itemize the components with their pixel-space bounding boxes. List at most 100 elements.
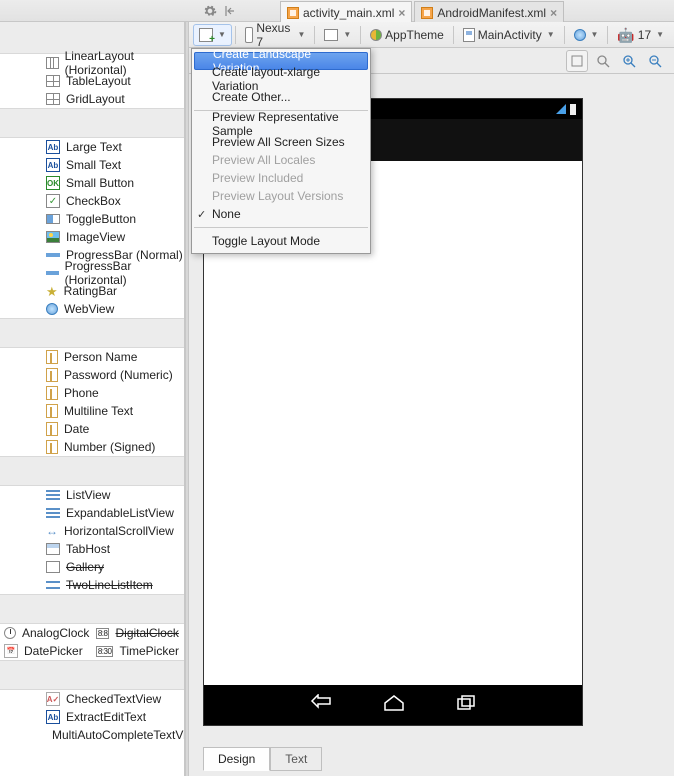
- palette-item-linearlayout-h[interactable]: LinearLayout (Horizontal): [0, 54, 184, 72]
- bottom-tab-design[interactable]: Design: [203, 747, 270, 771]
- theme-dropdown[interactable]: AppTheme: [364, 24, 450, 46]
- palette-item-twolinelist[interactable]: TwoLineListItem: [0, 576, 184, 594]
- zoom-out-button[interactable]: [644, 50, 666, 72]
- textfield-icon: [46, 368, 58, 382]
- menu-preview-versions: Preview Layout Versions: [192, 187, 370, 205]
- palette-item-listview[interactable]: ListView: [0, 486, 184, 504]
- zoom-in-button[interactable]: [618, 50, 640, 72]
- text-icon: Ab: [46, 140, 60, 154]
- text-icon: Ab: [46, 158, 60, 172]
- clock-icon: 8:30: [96, 646, 114, 657]
- tab-icon: [46, 543, 60, 555]
- textfield-icon: [46, 386, 58, 400]
- menu-preview-included: Preview Included: [192, 169, 370, 187]
- palette-item-small-text[interactable]: AbSmall Text: [0, 156, 184, 174]
- device-label: Nexus 7: [256, 21, 292, 49]
- menu-create-xlarge[interactable]: Create layout-xlarge Variation: [192, 70, 370, 88]
- palette-item-analogclock[interactable]: AnalogClock: [0, 624, 92, 642]
- menu-preview-sizes[interactable]: Preview All Screen Sizes: [192, 133, 370, 151]
- layout-icon: [46, 75, 60, 87]
- image-icon: [46, 231, 60, 243]
- list-icon: [46, 579, 60, 591]
- palette-item-digitalclock[interactable]: 8:8DigitalClock: [92, 624, 184, 642]
- device-dropdown[interactable]: Nexus 7 ▼: [239, 24, 312, 46]
- tab-android-manifest[interactable]: AndroidManifest.xml ×: [414, 1, 564, 23]
- list-icon: [46, 507, 60, 519]
- nav-recent-icon: [456, 694, 476, 717]
- palette-item-checkedtextview[interactable]: A✓CheckedTextView: [0, 690, 184, 708]
- api-dropdown[interactable]: 🤖 17▼: [611, 24, 670, 46]
- palette-item-tablelayout[interactable]: TableLayout: [0, 72, 184, 90]
- xml-file-icon: [287, 7, 299, 19]
- palette-item-small-button[interactable]: OKSmall Button: [0, 174, 184, 192]
- close-icon[interactable]: ×: [398, 6, 405, 20]
- palette-item-password-num[interactable]: Password (Numeric): [0, 366, 184, 384]
- text-icon: A✓: [46, 692, 60, 706]
- chevron-down-icon: ▼: [656, 30, 664, 39]
- palette-item-phone[interactable]: Phone: [0, 384, 184, 402]
- tab-activity-main[interactable]: activity_main.xml ×: [280, 1, 412, 23]
- palette-item-webview[interactable]: WebView: [0, 300, 184, 318]
- list-icon: [46, 489, 60, 501]
- tab-label: AndroidManifest.xml: [437, 6, 546, 20]
- chevron-down-icon: ▼: [343, 30, 351, 39]
- palette-item-person-name[interactable]: Person Name: [0, 348, 184, 366]
- palette-item-gallery[interactable]: Gallery: [0, 558, 184, 576]
- palette-item-expandablelist[interactable]: ExpandableListView: [0, 504, 184, 522]
- zoom-actual-button[interactable]: [592, 50, 614, 72]
- menu-toggle-layout[interactable]: Toggle Layout Mode: [192, 232, 370, 250]
- palette-item-gridlayout[interactable]: GridLayout: [0, 90, 184, 108]
- palette-item-tabhost[interactable]: TabHost: [0, 540, 184, 558]
- textfield-icon: [46, 350, 58, 364]
- palette-item-togglebutton[interactable]: ToggleButton: [0, 210, 184, 228]
- toggle-icon: [46, 214, 60, 224]
- nav-back-icon: [310, 694, 332, 717]
- activity-icon: [463, 28, 475, 42]
- layout-icon: [46, 93, 60, 105]
- globe-icon: [46, 303, 58, 315]
- device-icon: [245, 27, 254, 43]
- menu-none[interactable]: None: [192, 205, 370, 223]
- tab-label: activity_main.xml: [303, 6, 394, 20]
- palette-item-large-text[interactable]: AbLarge Text: [0, 138, 184, 156]
- palette-item-number-signed[interactable]: Number (Signed): [0, 438, 184, 456]
- menu-preview-sample[interactable]: Preview Representative Sample: [192, 115, 370, 133]
- chevron-down-icon: ▼: [298, 30, 306, 39]
- menu-create-other[interactable]: Create Other...: [192, 88, 370, 106]
- calendar-icon: 📅: [4, 644, 18, 658]
- zoom-fit-button[interactable]: [566, 50, 588, 72]
- palette-item-hscroll[interactable]: ↔HorizontalScrollView: [0, 522, 184, 540]
- orientation-icon: [324, 29, 338, 41]
- text-icon: Ab: [46, 710, 60, 724]
- layout-config-icon: [199, 28, 213, 42]
- activity-dropdown[interactable]: MainActivity▼: [457, 24, 561, 46]
- checkbox-icon: ✓: [46, 194, 60, 208]
- palette-item-timepicker[interactable]: 8:30TimePicker: [92, 642, 184, 660]
- close-icon[interactable]: ×: [550, 6, 557, 20]
- layout-icon: [46, 57, 59, 69]
- xml-file-icon: [421, 7, 433, 19]
- palette-item-ratingbar[interactable]: ★RatingBar: [0, 282, 184, 300]
- config-dropdown-button[interactable]: ▼: [193, 24, 232, 46]
- palette-item-datepicker[interactable]: 📅DatePicker: [0, 642, 92, 660]
- menu-preview-locales: Preview All Locales: [192, 151, 370, 169]
- palette-item-date[interactable]: Date: [0, 420, 184, 438]
- palette-item-progressbar-h[interactable]: ProgressBar (Horizontal): [0, 264, 184, 282]
- bottom-tab-text[interactable]: Text: [270, 747, 322, 771]
- button-icon: OK: [46, 176, 60, 190]
- palette-item-extractedittext[interactable]: AbExtractEditText: [0, 708, 184, 726]
- palette-item-checkbox[interactable]: ✓CheckBox: [0, 192, 184, 210]
- locale-dropdown[interactable]: ▼: [568, 24, 605, 46]
- android-icon: 🤖: [617, 28, 634, 42]
- palette-item-imageview[interactable]: ImageView: [0, 228, 184, 246]
- clock-icon: 8:8: [96, 628, 110, 639]
- orientation-dropdown[interactable]: ▼: [318, 24, 357, 46]
- clock-icon: [4, 627, 16, 639]
- palette-item-multiline[interactable]: Multiline Text: [0, 402, 184, 420]
- textfield-icon: [46, 404, 58, 418]
- gear-icon[interactable]: [200, 0, 220, 21]
- progress-icon: [46, 271, 59, 275]
- activity-label: MainActivity: [478, 28, 542, 42]
- palette-item-multiautocomplete[interactable]: MultiAutoCompleteTextView: [0, 726, 184, 744]
- collapse-icon[interactable]: [220, 0, 240, 21]
